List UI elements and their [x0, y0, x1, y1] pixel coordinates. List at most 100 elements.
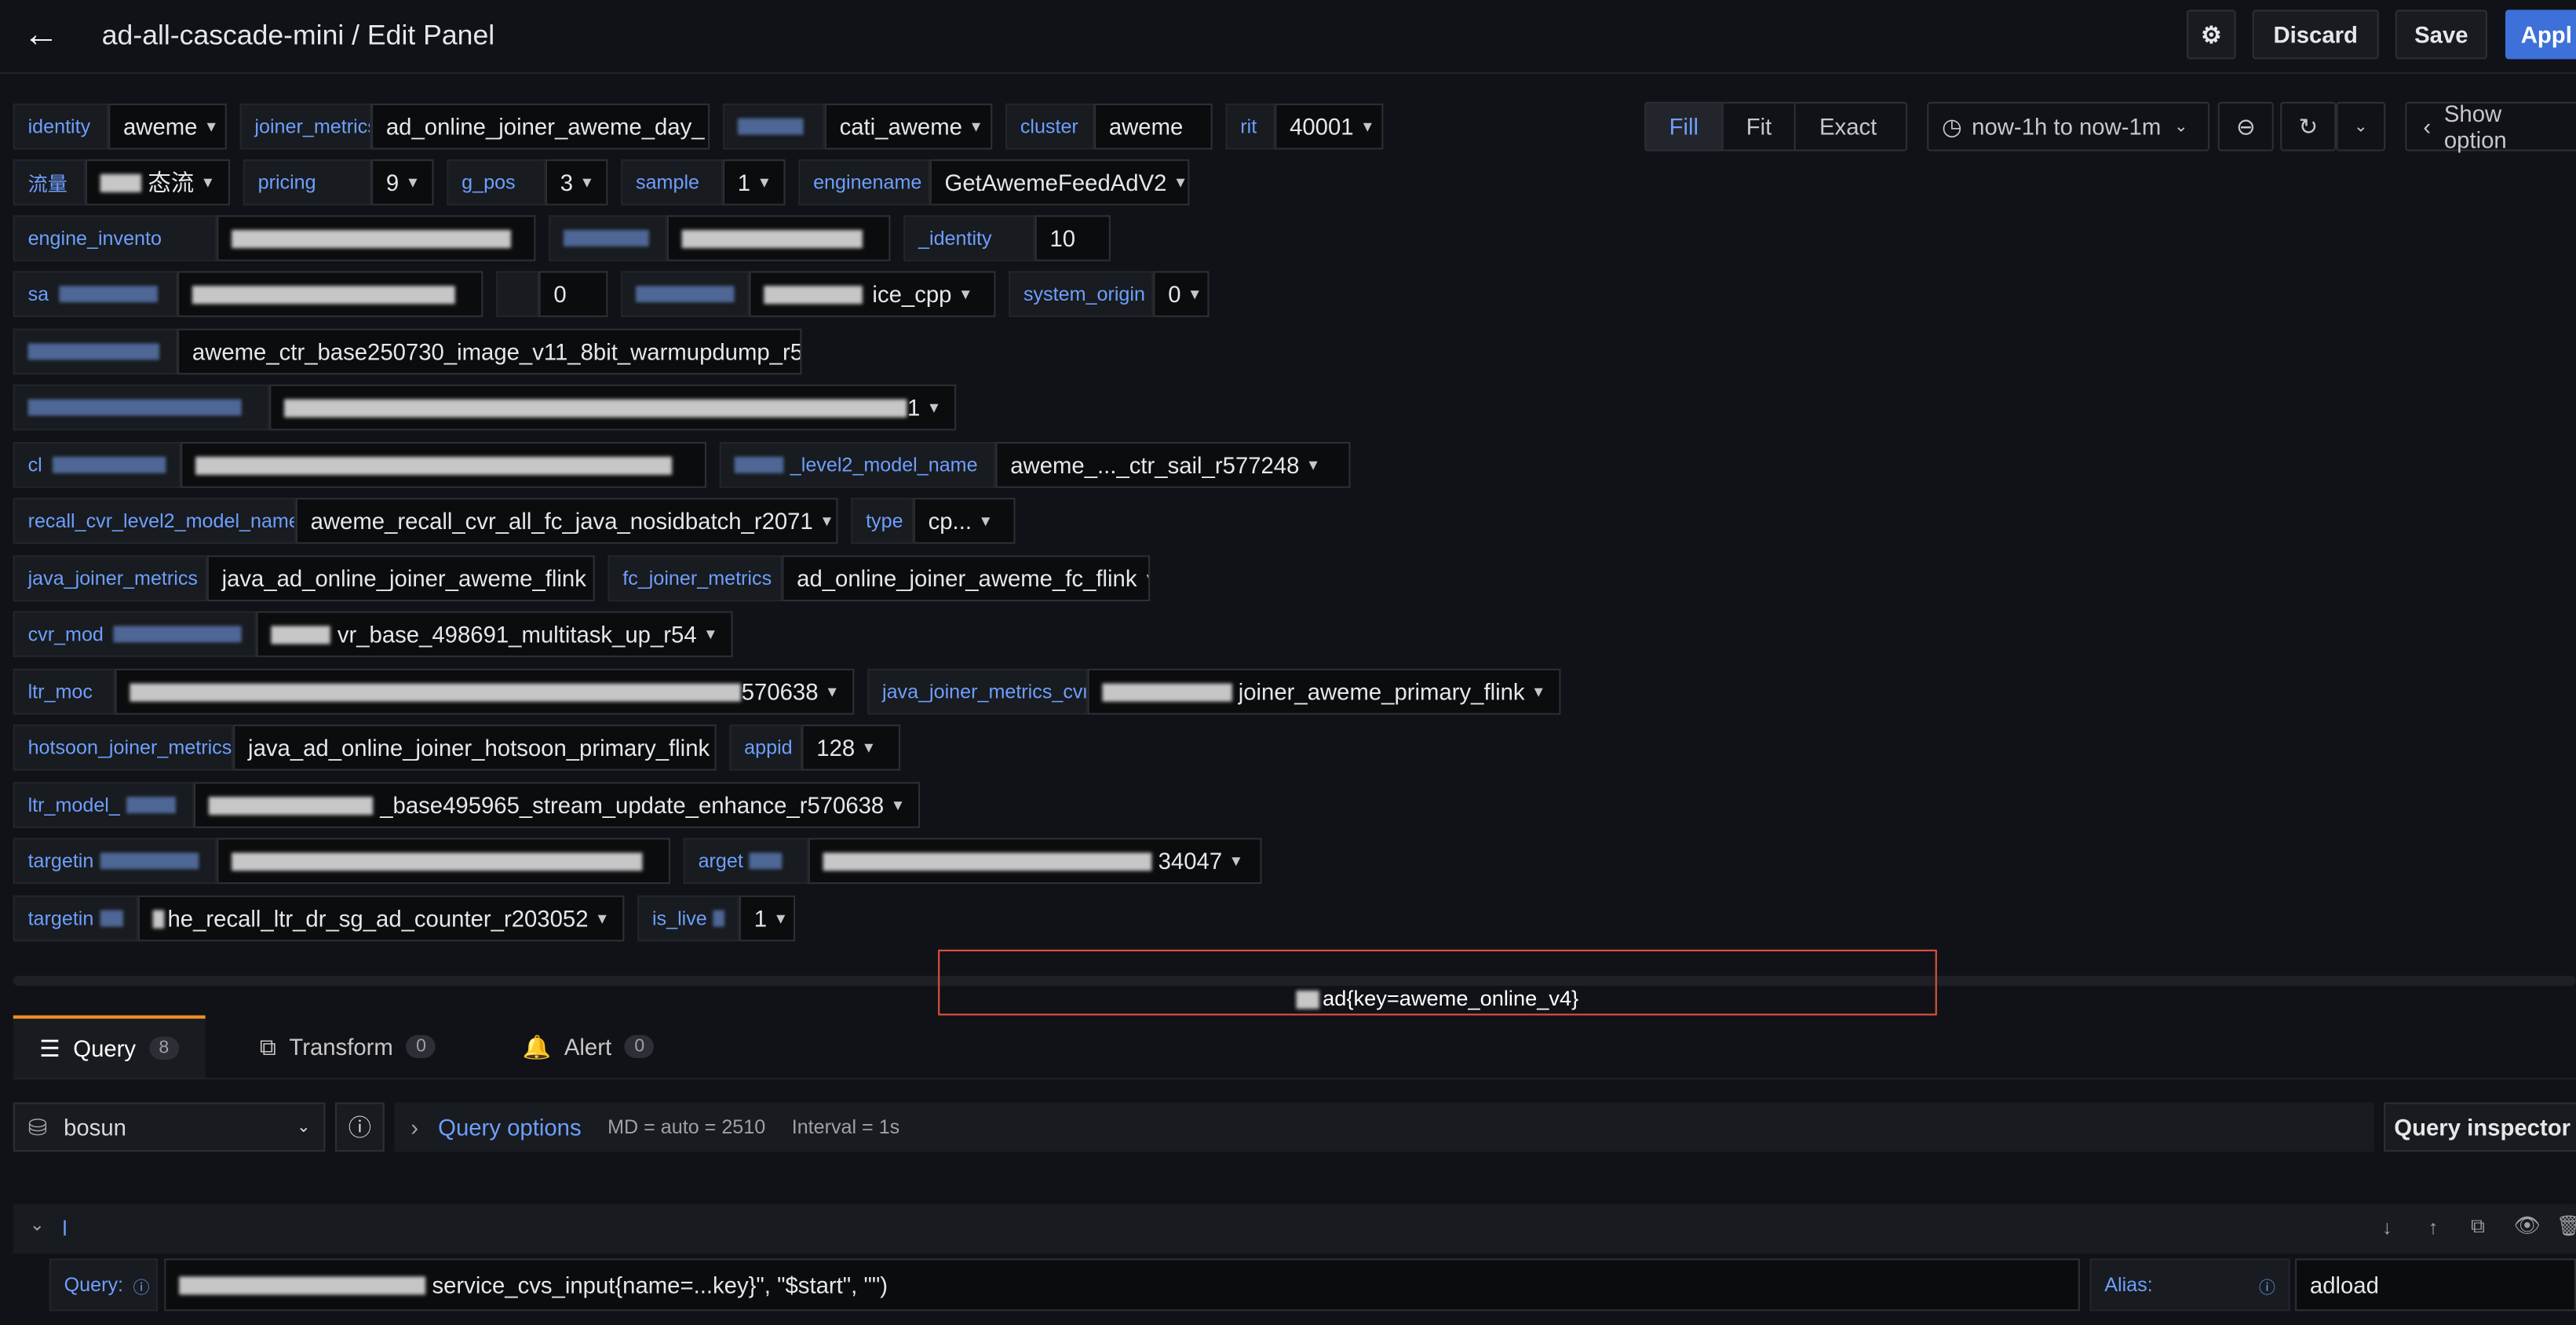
eye-icon[interactable]: 👁 — [2513, 1213, 2541, 1239]
variable-select[interactable]: aweme ▼ — [108, 103, 227, 150]
query-options-label: Query options — [438, 1114, 582, 1141]
variable-select[interactable]: 128 ▼ — [801, 725, 901, 771]
save-button[interactable]: Save — [2395, 9, 2487, 60]
move-down-icon[interactable]: ↓ — [2382, 1216, 2392, 1239]
variable-select[interactable]: cp... ▼ — [913, 498, 1016, 544]
variable-select[interactable] — [181, 442, 707, 488]
variable-label: is_live — [637, 895, 739, 942]
top-bar: ← ad-all-cascade-mini / Edit Panel ⚙ Dis… — [0, 0, 2576, 75]
variable-select[interactable]: 9 ▼ — [371, 159, 434, 206]
alias-label: Alias: ⓘ — [2089, 1258, 2290, 1312]
datasource-icon: ⛁ — [27, 1113, 48, 1140]
variable-select[interactable]: aweme_recall_cvr_all_fc_java_nosidbatch_… — [295, 498, 838, 544]
variable-select[interactable]: 0 ▼ — [1153, 271, 1210, 317]
variable-select[interactable]: 0 — [538, 271, 608, 317]
duplicate-icon[interactable]: ⧉ — [2471, 1214, 2485, 1239]
query-label: Query: ⓘ — [49, 1258, 158, 1312]
zoom-out-button[interactable]: ⊖ — [2217, 101, 2274, 151]
variable-label: java_joiner_metrics — [13, 555, 207, 602]
variable-select[interactable]: 1 ▼ — [722, 159, 786, 206]
variable-select[interactable]: java_ad_online_joiner_hotsoon_primary_fl… — [233, 725, 717, 771]
transform-icon: ⧉ — [259, 1032, 276, 1060]
collapse-icon[interactable]: ⌄ — [30, 1214, 45, 1236]
tab-alert[interactable]: 🔔 Alert 0 — [523, 1016, 655, 1079]
variable-select[interactable]: cati_aweme ▼ — [824, 103, 993, 150]
variable-label: sample — [621, 159, 723, 206]
tab-transform[interactable]: ⧉ Transform 0 — [260, 1016, 436, 1079]
bell-icon: 🔔 — [522, 1032, 552, 1060]
variable-label: cvr_mod — [13, 611, 257, 658]
variable-select[interactable]: aweme_..._ctr_sail_r577248 ▼ — [995, 442, 1351, 488]
variable-select[interactable]: joiner_aweme_primary_flink ▼ — [1087, 668, 1561, 715]
transform-count-badge: 0 — [406, 1035, 436, 1058]
query-options-bar[interactable]: › Query options MD = auto = 2510 Interva… — [394, 1102, 2374, 1152]
settings-button[interactable]: ⚙ — [2186, 9, 2236, 60]
variable-select[interactable] — [217, 838, 670, 885]
variable-select[interactable]: aweme_ctr_base250730_image_v11_8bit_warm… — [177, 328, 802, 375]
variable-select[interactable]: 3 ▼ — [545, 159, 608, 206]
query-inspector-button[interactable]: Query inspector — [2384, 1102, 2576, 1152]
page-title: ad-all-cascade-mini / Edit Panel — [101, 20, 495, 51]
variable-select[interactable]: ice_cpp ▼ — [749, 271, 996, 317]
show-options-button[interactable]: ‹ Show option — [2405, 100, 2576, 153]
chevron-down-icon: ⌄ — [2173, 117, 2188, 136]
variable-select[interactable]: java_ad_online_joiner_aweme_flink▼ — [206, 555, 595, 602]
info-icon: ⓘ — [133, 1279, 150, 1298]
variable-select[interactable]: 1 ▼ — [739, 895, 796, 942]
discard-button[interactable]: Discard — [2252, 9, 2379, 60]
variable-select[interactable]: 40001 ▼ — [1275, 103, 1384, 150]
variable-select[interactable]: 34047 ▼ — [808, 838, 1262, 885]
variable-select[interactable] — [217, 215, 536, 261]
fill-mode-button[interactable]: Fill — [1646, 103, 1724, 150]
help-button[interactable]: ⓘ — [334, 1102, 385, 1152]
variable-label — [549, 215, 667, 261]
variable-select[interactable]: he_recall_ltr_dr_sg_ad_counter_r203052 ▼ — [137, 895, 625, 942]
variable-select[interactable]: 570638 ▼ — [115, 668, 855, 715]
fit-mode-button[interactable]: Fit — [1723, 103, 1797, 150]
refresh-interval-dropdown[interactable]: ⌄ — [2336, 101, 2386, 151]
refresh-icon: ↻ — [2298, 112, 2319, 139]
variable-select[interactable]: _base495965_stream_update_enhance_r57063… — [193, 782, 921, 828]
variable-select[interactable]: ad_online_joiner_aweme_fc_flink▼ — [782, 555, 1151, 602]
time-range-picker[interactable]: ◷ now-1h to now-1m ⌄ — [1927, 101, 2210, 151]
variable-label: targetin — [13, 838, 217, 885]
variable-label: engine_invento — [13, 215, 217, 261]
exact-mode-button[interactable]: Exact — [1797, 104, 1900, 150]
variable-select[interactable] — [177, 271, 483, 317]
chevron-down-icon: ⌄ — [2353, 117, 2368, 136]
query-ref-id[interactable]: l — [63, 1216, 68, 1240]
move-up-icon[interactable]: ↑ — [2428, 1216, 2439, 1239]
chevron-left-icon: ‹ — [2423, 113, 2432, 140]
variable-label — [496, 271, 539, 317]
variable-label: arget — [683, 838, 808, 885]
variable-label: hotsoon_joiner_metrics — [13, 725, 234, 771]
query-input[interactable]: service_cvs_input{name=...key}", "$start… — [164, 1258, 2080, 1312]
variable-select[interactable]: aweme — [1094, 103, 1213, 150]
variable-select[interactable]: 10 — [1034, 215, 1111, 261]
variable-select[interactable]: 1 ▼ — [269, 384, 957, 431]
variable-select[interactable]: vr_base_498691_multitask_up_r54 ▼ — [256, 611, 733, 658]
query-row-header: ⌄ l ↓ ↑ ⧉ 👁 🗑 — [13, 1204, 2576, 1254]
variable-label: targetin — [13, 895, 138, 942]
datasource-picker[interactable]: ⛁ bosun ⌄ — [13, 1102, 326, 1152]
show-options-label: Show option — [2443, 100, 2507, 153]
variable-select[interactable]: ad_online_joiner_aweme_day_ — [371, 103, 710, 150]
apply-button[interactable]: Appl — [2505, 9, 2576, 60]
tab-query[interactable]: ☰ Query 8 — [13, 1015, 206, 1079]
variable-select[interactable]: 态流 ▼ — [85, 159, 231, 206]
alias-input[interactable]: adload — [2295, 1258, 2576, 1312]
variable-label: identity — [13, 103, 109, 150]
variable-label: joiner_metrics — [239, 103, 372, 150]
trash-icon[interactable]: 🗑 — [2556, 1214, 2576, 1237]
variable-select[interactable] — [666, 215, 891, 261]
clock-icon: ◷ — [1942, 112, 1962, 139]
chevron-right-icon: › — [410, 1114, 419, 1141]
variable-select[interactable]: GetAwemeFeedAdV2 ▼ — [929, 159, 1190, 206]
alert-count-badge: 0 — [624, 1035, 655, 1058]
zoom-out-icon: ⊖ — [2235, 112, 2256, 139]
variable-label: sa — [13, 271, 178, 317]
gear-icon: ⚙ — [2201, 20, 2222, 47]
back-arrow-icon[interactable]: ← — [23, 16, 59, 53]
refresh-button[interactable]: ↻ — [2280, 101, 2337, 151]
chevron-down-icon: ⌄ — [297, 1118, 311, 1137]
